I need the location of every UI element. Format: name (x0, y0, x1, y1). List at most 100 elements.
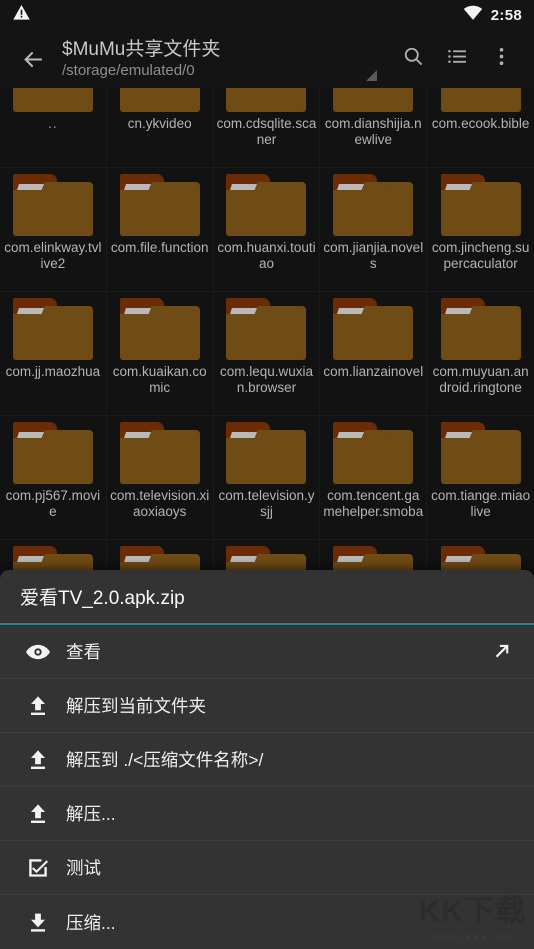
grid-item-folder[interactable]: com.elinkway.tvlive2 (0, 168, 107, 292)
grid-item-label: com.lianzainovel (323, 364, 424, 379)
archive-action-item[interactable]: 解压到 ./<压缩文件名称>/ (0, 733, 534, 787)
grid-item-folder[interactable]: com.pj567.movie (0, 416, 107, 540)
breadcrumb-path: /storage/emulated/0 (62, 61, 195, 79)
archive-action-label: 查看 (66, 642, 101, 662)
status-bar-left (12, 3, 31, 27)
grid-item-label: com.television.xiaoxiaoys (110, 488, 210, 519)
grid-item-label: com.tencent.gamehelper.smoba (323, 488, 424, 519)
folder-icon (440, 422, 521, 484)
extract-up-icon (16, 802, 60, 826)
grid-item-folder[interactable]: com.dianshijia.newlive (320, 88, 428, 168)
grid-item-label: com.muyuan.android.ringtone (432, 364, 529, 395)
extract-up-icon (16, 694, 60, 718)
folder-icon (12, 174, 93, 236)
search-icon (402, 45, 425, 73)
grid-item-folder[interactable]: com.huanxi.toutiao (213, 168, 321, 292)
archive-file-name: 爱看TV_2.0.apk.zip (0, 570, 534, 625)
status-bar: 2:58 (0, 0, 534, 30)
grid-item-label: com.jincheng.supercaculator (431, 240, 530, 271)
archive-action-item[interactable]: 压缩... (0, 895, 534, 949)
archive-action-label: 解压... (66, 804, 116, 824)
folder-icon (226, 174, 307, 236)
compress-down-icon (16, 910, 60, 934)
archive-action-label: 测试 (66, 858, 101, 878)
list-view-icon (446, 45, 469, 73)
folder-icon (226, 88, 307, 112)
page-title: $MuMu共享文件夹 (62, 38, 221, 60)
folder-icon (12, 422, 93, 484)
scroll-indicator (366, 70, 377, 81)
warning-triangle-icon (12, 3, 31, 27)
status-bar-clock: 2:58 (490, 6, 522, 24)
list-view-button[interactable] (436, 37, 478, 81)
grid-item-label: com.ecook.bible (431, 116, 530, 131)
archive-action-label: 解压到 ./<压缩文件名称>/ (66, 750, 264, 770)
grid-item-folder[interactable]: com.muyuan.android.ringtone (427, 292, 534, 416)
extract-up-icon (16, 748, 60, 772)
checkbox-check-icon (16, 856, 60, 880)
folder-icon (119, 298, 200, 360)
grid-item-label: com.jianjia.novels (323, 240, 424, 271)
grid-item-label: com.jj.maozhua (5, 364, 101, 379)
grid-item-parent-dir[interactable]: .. (0, 88, 107, 168)
folder-icon (440, 174, 521, 236)
grid-item-label: com.pj567.movie (5, 488, 101, 519)
grid-item-label: com.dianshijia.newlive (324, 116, 422, 147)
folder-icon (12, 298, 93, 360)
grid-item-folder[interactable]: com.lequ.wuxian.browser (213, 292, 321, 416)
grid-item-folder[interactable]: com.jianjia.novels (320, 168, 428, 292)
grid-item-label: com.kuaikan.comic (112, 364, 207, 395)
archive-action-label: 解压到当前文件夹 (66, 696, 206, 716)
grid-item-label: com.elinkway.tvlive2 (4, 240, 102, 271)
folder-icon (226, 298, 307, 360)
grid-item-folder[interactable]: com.file.function (106, 168, 214, 292)
back-button[interactable] (12, 38, 54, 80)
grid-item-folder[interactable]: com.jj.maozhua (0, 292, 107, 416)
grid-item-label: com.television.ysjj (218, 488, 315, 519)
grid-item-folder[interactable]: com.television.ysjj (213, 416, 321, 540)
toolbar-titles: $MuMu共享文件夹 /storage/emulated/0 (54, 39, 392, 80)
grid-item-label: com.cdsqlite.scaner (216, 116, 317, 147)
folder-icon (333, 174, 414, 236)
grid-item-label: com.file.function (110, 240, 209, 255)
grid-item-folder[interactable]: com.lianzainovel (320, 292, 428, 416)
folder-icon (440, 88, 521, 112)
more-vertical-icon (490, 45, 513, 73)
grid-item-folder[interactable]: com.tiange.miaolive (427, 416, 534, 540)
open-external-icon[interactable] (484, 640, 518, 663)
folder-icon (333, 88, 414, 112)
wifi-icon (463, 5, 483, 26)
overflow-menu-button[interactable] (480, 37, 522, 81)
grid-item-folder[interactable]: cn.ykvideo (106, 88, 214, 168)
grid-item-label: cn.ykvideo (127, 116, 192, 131)
grid-item-label: com.huanxi.toutiao (217, 240, 316, 271)
archive-action-item[interactable]: 查看 (0, 625, 534, 679)
grid-item-folder[interactable]: com.jincheng.supercaculator (427, 168, 534, 292)
folder-icon (12, 88, 93, 112)
folder-icon (440, 298, 521, 360)
folder-icon (333, 422, 414, 484)
grid-item-folder[interactable]: com.ecook.bible (427, 88, 534, 168)
grid-item-folder[interactable]: com.tencent.gamehelper.smoba (320, 416, 428, 540)
grid-item-folder[interactable]: com.cdsqlite.scaner (213, 88, 321, 168)
archive-action-item[interactable]: 解压... (0, 787, 534, 841)
folder-icon (333, 298, 414, 360)
file-manager-screen: 2:58 $MuMu共享文件夹 /storage/emulated/0 .. c… (0, 0, 534, 949)
folder-icon (119, 422, 200, 484)
folder-icon (226, 422, 307, 484)
archive-action-item[interactable]: 测试 (0, 841, 534, 895)
search-button[interactable] (392, 37, 434, 81)
archive-action-list: 查看解压到当前文件夹解压到 ./<压缩文件名称>/ 解压... 测试压缩... (0, 625, 534, 949)
eye-icon (16, 639, 60, 665)
archive-action-item[interactable]: 解压到当前文件夹 (0, 679, 534, 733)
status-bar-right: 2:58 (463, 5, 522, 26)
grid-item-folder[interactable]: com.kuaikan.comic (106, 292, 214, 416)
folder-icon (119, 88, 200, 112)
grid-item-folder[interactable]: com.television.xiaoxiaoys (106, 416, 214, 540)
grid-item-label: com.tiange.miaolive (431, 488, 531, 519)
toolbar-actions (392, 37, 522, 81)
archive-action-sheet: 爱看TV_2.0.apk.zip 查看解压到当前文件夹解压到 ./<压缩文件名称… (0, 570, 534, 949)
app-toolbar: $MuMu共享文件夹 /storage/emulated/0 (0, 30, 534, 88)
folder-icon (119, 174, 200, 236)
grid-item-label: com.lequ.wuxian.browser (219, 364, 314, 395)
